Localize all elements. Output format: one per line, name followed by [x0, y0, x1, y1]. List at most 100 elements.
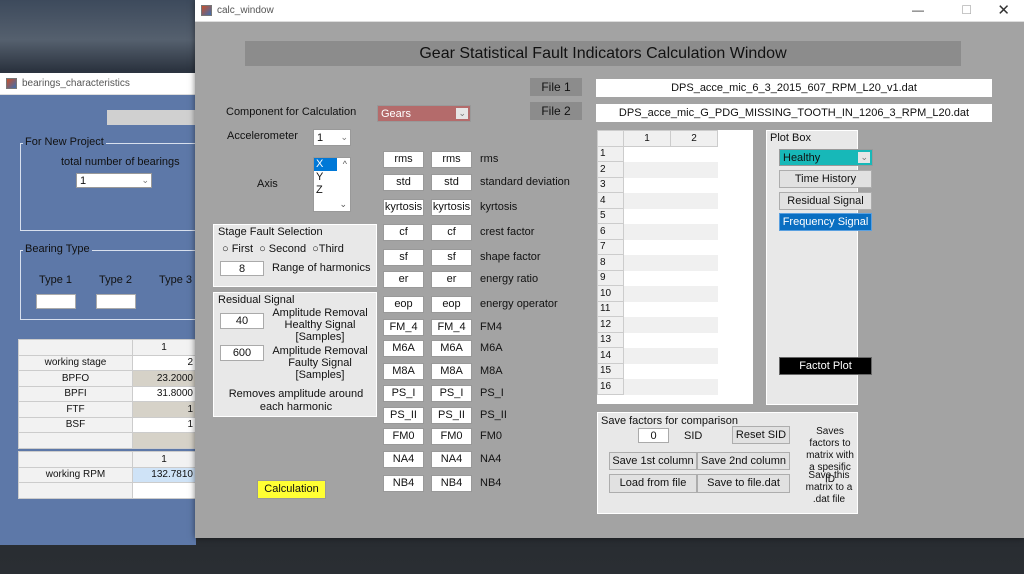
table-cell[interactable]: [623, 331, 671, 348]
frequency-signal-button[interactable]: Frequency Signal: [779, 213, 872, 231]
table-cell[interactable]: [670, 269, 718, 286]
rpm-table[interactable]: 1 working RPM 132.7810: [18, 451, 196, 499]
close-icon[interactable]: ✕: [997, 1, 1010, 19]
accelerometer-select[interactable]: 1 ⌄: [313, 129, 351, 146]
radio-second[interactable]: ○ Second: [259, 243, 306, 255]
table-cell[interactable]: [623, 192, 671, 209]
save-1st-column-button[interactable]: Save 1st column: [609, 452, 697, 470]
table-cell[interactable]: [670, 161, 718, 178]
type1-input[interactable]: [36, 294, 76, 309]
table-cell[interactable]: [623, 238, 671, 255]
metric-label: energy ratio: [480, 273, 539, 285]
axis-option-z[interactable]: Z: [314, 184, 350, 197]
type2-input[interactable]: [96, 294, 136, 309]
metric-label: NA4: [480, 453, 502, 465]
factor-plot-button[interactable]: Factot Plot: [779, 357, 872, 375]
table-cell[interactable]: [623, 269, 671, 286]
table-cell[interactable]: [670, 362, 718, 379]
table-cell[interactable]: [670, 207, 718, 224]
table-cell[interactable]: [623, 362, 671, 379]
table-cell[interactable]: [670, 145, 718, 162]
faulty-input[interactable]: 600: [220, 345, 264, 361]
table-cell[interactable]: [623, 347, 671, 364]
reset-sid-button[interactable]: Reset SID: [732, 426, 790, 444]
stage-fault-group: Stage Fault Selection ○ First ○ Second ○…: [213, 224, 377, 287]
table-cell[interactable]: [623, 378, 671, 395]
radio-third[interactable]: ○Third: [312, 243, 344, 255]
chevron-down-icon: ⌄: [456, 108, 468, 119]
chevron-down-icon: ⌄: [141, 175, 149, 185]
calculation-button[interactable]: Calculation: [257, 480, 326, 499]
metric-label: rms: [480, 153, 499, 165]
table-cell[interactable]: [623, 161, 671, 178]
file1-field[interactable]: DPS_acce_mic_6_3_2015_607_RPM_L20_v1.dat: [596, 79, 992, 97]
table-cell[interactable]: [623, 254, 671, 271]
metric-file2-1: std: [431, 174, 472, 191]
table-row: 5: [597, 207, 718, 224]
table-cell[interactable]: [623, 223, 671, 240]
metric-label: NB4: [480, 477, 502, 489]
table-cell[interactable]: [670, 347, 718, 364]
table-cell[interactable]: [670, 254, 718, 271]
metric-file1-11: PS_II: [383, 407, 424, 424]
table-cell[interactable]: [670, 331, 718, 348]
row-header: 2: [597, 161, 624, 178]
table-cell[interactable]: [670, 176, 718, 193]
table-cell[interactable]: [670, 223, 718, 240]
metric-file2-2: kyrtosis: [431, 199, 472, 216]
harmonics-input[interactable]: 8: [220, 261, 264, 276]
column-header: 1: [623, 130, 671, 147]
table-cell[interactable]: [670, 238, 718, 255]
maximize-icon[interactable]: ☐: [961, 3, 972, 17]
residual-signal-group: Residual Signal 40 Amplitude Removal Hea…: [213, 292, 377, 417]
row-header: 14: [597, 347, 624, 364]
metric-file2-8: M6A: [431, 340, 472, 357]
load-from-file-button[interactable]: Load from file: [609, 474, 697, 493]
table-cell[interactable]: [670, 316, 718, 333]
table-cell[interactable]: [623, 316, 671, 333]
radio-first[interactable]: ○ First: [222, 243, 253, 255]
scroll-down-icon[interactable]: ⌄: [339, 198, 347, 211]
table-row: 1: [597, 145, 718, 162]
table-cell[interactable]: [623, 285, 671, 302]
signal-type-select[interactable]: Healthy ⌄: [779, 149, 873, 166]
calc-window: calc_window — ☐ ✕ Gear Statistical Fault…: [195, 0, 1024, 538]
metric-file1-0: rms: [383, 151, 424, 168]
axis-option-x[interactable]: X: [314, 158, 337, 171]
table-cell[interactable]: [670, 192, 718, 209]
metric-label: PS_I: [480, 387, 504, 399]
healthy-input[interactable]: 40: [220, 313, 264, 329]
row-header: 13: [597, 331, 624, 348]
scroll-up-icon[interactable]: ^: [343, 158, 347, 171]
axis-listbox[interactable]: X Y Z ^ ⌄: [313, 157, 351, 212]
results-table[interactable]: 1 2 1 2 3 4 5 6 7 8 9 10 11 12 13 14 15 16: [597, 130, 753, 404]
residual-signal-button[interactable]: Residual Signal: [779, 192, 872, 210]
row-header: 7: [597, 238, 624, 255]
table-cell[interactable]: [670, 285, 718, 302]
file2-field[interactable]: DPS_acce_mic_G_PDG_MISSING_TOOTH_IN_1206…: [596, 104, 992, 122]
row-header: 6: [597, 223, 624, 240]
table-cell[interactable]: [623, 300, 671, 317]
axis-option-y[interactable]: Y: [314, 171, 350, 184]
sid-input[interactable]: 0: [638, 428, 669, 443]
minimize-icon[interactable]: —: [912, 3, 924, 17]
table-cell[interactable]: [623, 145, 671, 162]
chevron-down-icon: ⌄: [858, 152, 870, 163]
time-history-button[interactable]: Time History: [779, 170, 872, 188]
component-select[interactable]: Gears ⌄: [377, 105, 471, 122]
row-header: 12: [597, 316, 624, 333]
table-cell[interactable]: [670, 300, 718, 317]
table-row: 6: [597, 223, 718, 240]
row-header: 10: [597, 285, 624, 302]
save-2nd-column-button[interactable]: Save 2nd column: [697, 452, 790, 470]
matlab-icon: [6, 78, 17, 89]
row-header: 16: [597, 378, 624, 395]
total-bearings-select[interactable]: 1 ⌄: [76, 173, 152, 188]
table-cell[interactable]: [623, 176, 671, 193]
table-cell[interactable]: [670, 378, 718, 395]
table-cell[interactable]: [623, 207, 671, 224]
table-row: 8: [597, 254, 718, 271]
bearing-table[interactable]: 1 working stage 2 BPFO 23.2000 BPFI 31.8000…: [18, 339, 196, 449]
save-to-file-button[interactable]: Save to file.dat: [697, 474, 790, 493]
metric-label: M6A: [480, 342, 503, 354]
